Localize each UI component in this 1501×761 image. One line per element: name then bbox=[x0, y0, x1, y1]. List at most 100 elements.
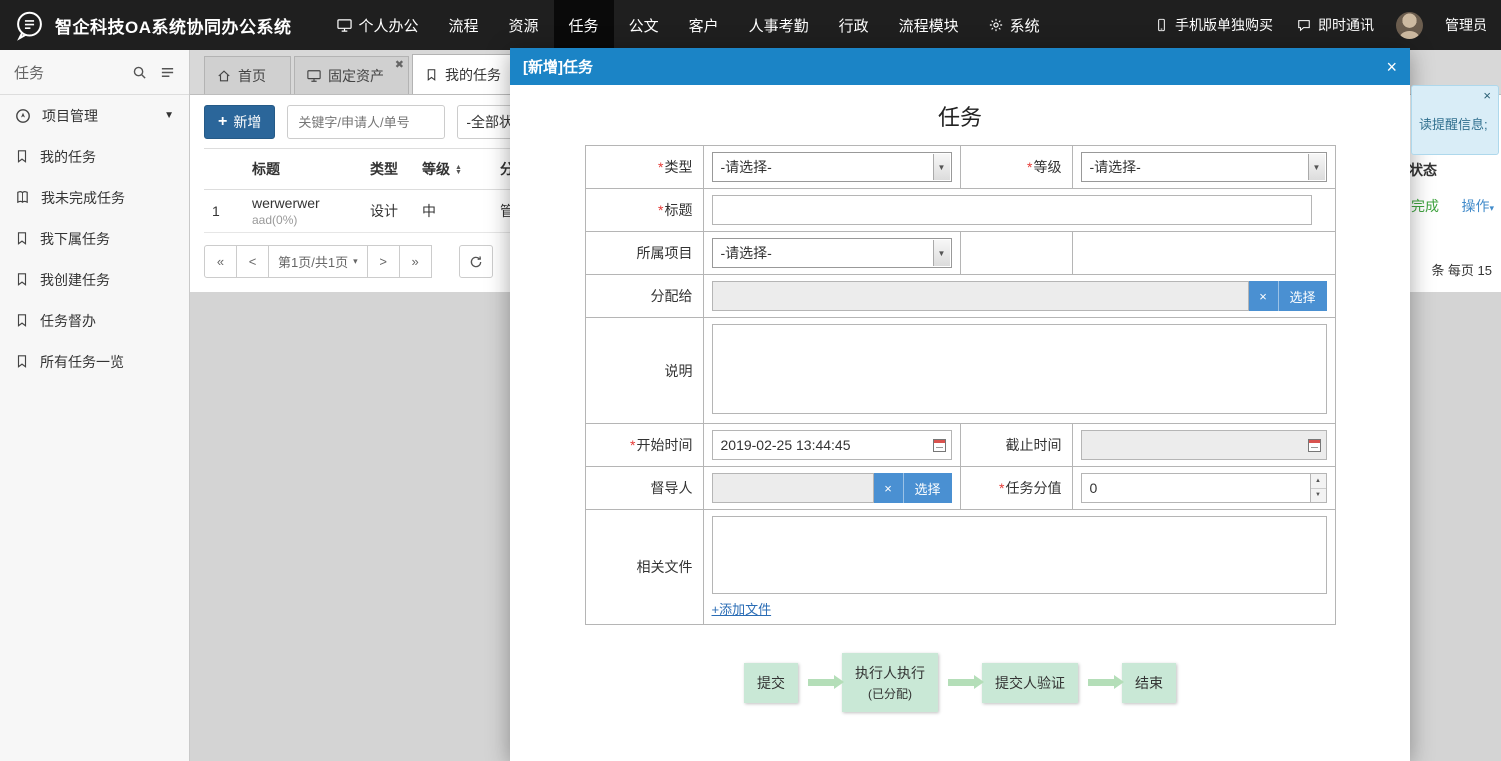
description-label: 说明 bbox=[584, 317, 704, 424]
workflow-step-end: 结束 bbox=[1122, 662, 1176, 703]
tab-my-tasks[interactable]: 我的任务 ✖ bbox=[412, 54, 526, 94]
mobile-version-link[interactable]: 手机版单独购买 bbox=[1153, 15, 1275, 35]
sidebar-item-subordinate-tasks[interactable]: 我下属任务 bbox=[0, 218, 189, 259]
caret-down-icon: ▾ bbox=[1489, 203, 1494, 213]
workflow-step-submit: 提交 bbox=[744, 662, 798, 703]
pagination-prev[interactable]: < bbox=[236, 245, 269, 278]
nav-system[interactable]: 系统 bbox=[974, 0, 1055, 50]
pagination-next[interactable]: > bbox=[366, 245, 400, 278]
task-level: 中 bbox=[414, 189, 492, 233]
end-time-input[interactable] bbox=[1080, 430, 1327, 460]
toast-message: 读提醒信息; bbox=[1419, 117, 1488, 132]
workflow-step-execute: 执行人执行 (已分配) bbox=[842, 653, 938, 712]
new-task-modal: [新增]任务 × 任务 *类型 -请选择- ▼ *等级 -请选择- ▼ *标题 bbox=[510, 48, 1410, 761]
sidebar-tools bbox=[132, 65, 175, 80]
supervisor-input[interactable] bbox=[711, 473, 874, 503]
tab-fixed-assets[interactable]: 固定资产 ✖ bbox=[294, 56, 409, 94]
calendar-icon[interactable] bbox=[932, 439, 946, 452]
search-icon[interactable] bbox=[132, 65, 147, 80]
chevron-down-icon: ▼ bbox=[1307, 154, 1325, 180]
row-action-link[interactable]: 操作▾ bbox=[1461, 196, 1494, 216]
sidebar-item-unfinished-tasks[interactable]: 我未完成任务 bbox=[0, 177, 189, 218]
score-value: 0 bbox=[1080, 473, 1327, 503]
start-time-label: *开始时间 bbox=[584, 423, 704, 467]
clear-supervisor-button[interactable]: × bbox=[873, 473, 904, 503]
nav-tasks[interactable]: 任务 bbox=[553, 0, 614, 50]
nav-administration[interactable]: 行政 bbox=[824, 0, 884, 50]
bookmark-icon bbox=[15, 313, 29, 328]
project-icon bbox=[15, 108, 31, 124]
nav-documents[interactable]: 公文 bbox=[614, 0, 674, 50]
chevron-down-icon: ▼ bbox=[932, 240, 950, 266]
task-subtitle: aad(0%) bbox=[252, 213, 298, 227]
close-icon[interactable]: ✖ bbox=[395, 58, 404, 71]
assignee-label: 分配给 bbox=[584, 274, 704, 318]
table-header-row: 标题 类型 等级 ▲ ▼ 分 bbox=[204, 148, 522, 190]
type-select[interactable]: -请选择- ▼ bbox=[711, 152, 952, 182]
top-navbar: 智企科技OA系统协同办公系统 个人办公 流程 资源 任务 公文 客户 人事考勤 … bbox=[0, 0, 1501, 50]
close-icon[interactable]: × bbox=[1483, 88, 1491, 103]
caret-down-icon: ▼ bbox=[164, 110, 174, 121]
user-avatar[interactable] bbox=[1396, 11, 1423, 39]
workflow-step-verify: 提交人验证 bbox=[982, 662, 1078, 703]
logo-icon bbox=[14, 10, 45, 41]
pick-supervisor-button[interactable]: 选择 bbox=[903, 473, 952, 503]
status-badge: 完成 bbox=[1411, 198, 1439, 214]
nav-hr-attendance[interactable]: 人事考勤 bbox=[734, 0, 824, 50]
project-select[interactable]: -请选择- ▼ bbox=[711, 238, 952, 268]
spinner-arrows[interactable]: ▲ ▼ bbox=[1309, 474, 1326, 502]
nav-customers[interactable]: 客户 bbox=[674, 0, 734, 50]
sidebar-item-task-supervision[interactable]: 任务督办 bbox=[0, 300, 189, 341]
nav-workflow[interactable]: 流程 bbox=[434, 0, 494, 50]
refresh-button[interactable] bbox=[458, 245, 493, 278]
add-file-link[interactable]: +添加文件 bbox=[712, 599, 772, 618]
row-title-cell: werwerwer aad(0%) bbox=[244, 189, 362, 233]
pagination-page-info[interactable]: 第1页/共1页 ▾ bbox=[268, 245, 368, 278]
col-title: 标题 bbox=[244, 148, 362, 190]
arrow-right-icon bbox=[1088, 675, 1124, 689]
gear-icon bbox=[989, 18, 1003, 32]
nav-personal-office[interactable]: 个人办公 bbox=[322, 0, 434, 50]
pick-assignee-button[interactable]: 选择 bbox=[1278, 281, 1327, 311]
add-task-button[interactable]: + 新增 bbox=[204, 105, 276, 139]
pagination-first[interactable]: « bbox=[204, 245, 237, 278]
col-level[interactable]: 等级 ▲ ▼ bbox=[414, 148, 492, 190]
score-stepper[interactable]: 0 ▲ ▼ bbox=[1080, 473, 1327, 503]
menu-icon[interactable] bbox=[160, 65, 175, 80]
project-label: 所属项目 bbox=[584, 231, 704, 275]
score-label: *任务分值 bbox=[959, 466, 1073, 510]
nav-workflow-modules[interactable]: 流程模块 bbox=[884, 0, 974, 50]
title-label: *标题 bbox=[584, 188, 704, 232]
navbar-right: 手机版单独购买 即时通讯 管理员 bbox=[1153, 11, 1501, 39]
sidebar-header: 任务 bbox=[0, 50, 189, 95]
calendar-icon[interactable] bbox=[1307, 439, 1321, 452]
clear-assignee-button[interactable]: × bbox=[1248, 281, 1279, 311]
sidebar-item-all-tasks[interactable]: 所有任务一览 bbox=[0, 341, 189, 382]
sidebar-item-my-tasks[interactable]: 我的任务 bbox=[0, 136, 189, 177]
per-page-info: 条 每页 15 bbox=[1431, 263, 1492, 278]
table-row[interactable]: 1 werwerwer aad(0%) 设计 中 管 bbox=[204, 189, 522, 233]
level-select[interactable]: -请选择- ▼ bbox=[1080, 152, 1327, 182]
files-label: 相关文件 bbox=[584, 509, 704, 625]
tab-home[interactable]: 首页 bbox=[204, 56, 291, 94]
nav-resources[interactable]: 资源 bbox=[494, 0, 554, 50]
desktop-icon bbox=[307, 69, 321, 83]
sidebar-item-created-tasks[interactable]: 我创建任务 bbox=[0, 259, 189, 300]
app-title: 智企科技OA系统协同办公系统 bbox=[55, 17, 292, 37]
title-input[interactable] bbox=[711, 195, 1312, 225]
description-textarea[interactable] bbox=[711, 324, 1327, 414]
close-icon[interactable]: × bbox=[1386, 58, 1397, 76]
task-title: werwerwer bbox=[252, 195, 320, 211]
end-time-label: 截止时间 bbox=[959, 423, 1073, 467]
task-form: *类型 -请选择- ▼ *等级 -请选择- ▼ *标题 所属项目 -请选择- ▼… bbox=[584, 145, 1336, 625]
sidebar-item-project-management[interactable]: 项目管理 ▼ bbox=[0, 95, 189, 136]
search-input[interactable] bbox=[287, 105, 446, 139]
pagination-last[interactable]: » bbox=[398, 245, 432, 278]
user-menu[interactable]: 管理员 bbox=[1443, 15, 1489, 35]
form-heading: 任务 bbox=[937, 105, 982, 130]
instant-messaging-link[interactable]: 即时通讯 bbox=[1295, 15, 1376, 35]
main-nav: 个人办公 流程 资源 任务 公文 客户 人事考勤 行政 流程模块 系统 bbox=[322, 0, 1055, 50]
start-time-input[interactable] bbox=[711, 430, 952, 460]
assignee-input[interactable] bbox=[711, 281, 1249, 311]
supervisor-label: 督导人 bbox=[584, 466, 704, 510]
